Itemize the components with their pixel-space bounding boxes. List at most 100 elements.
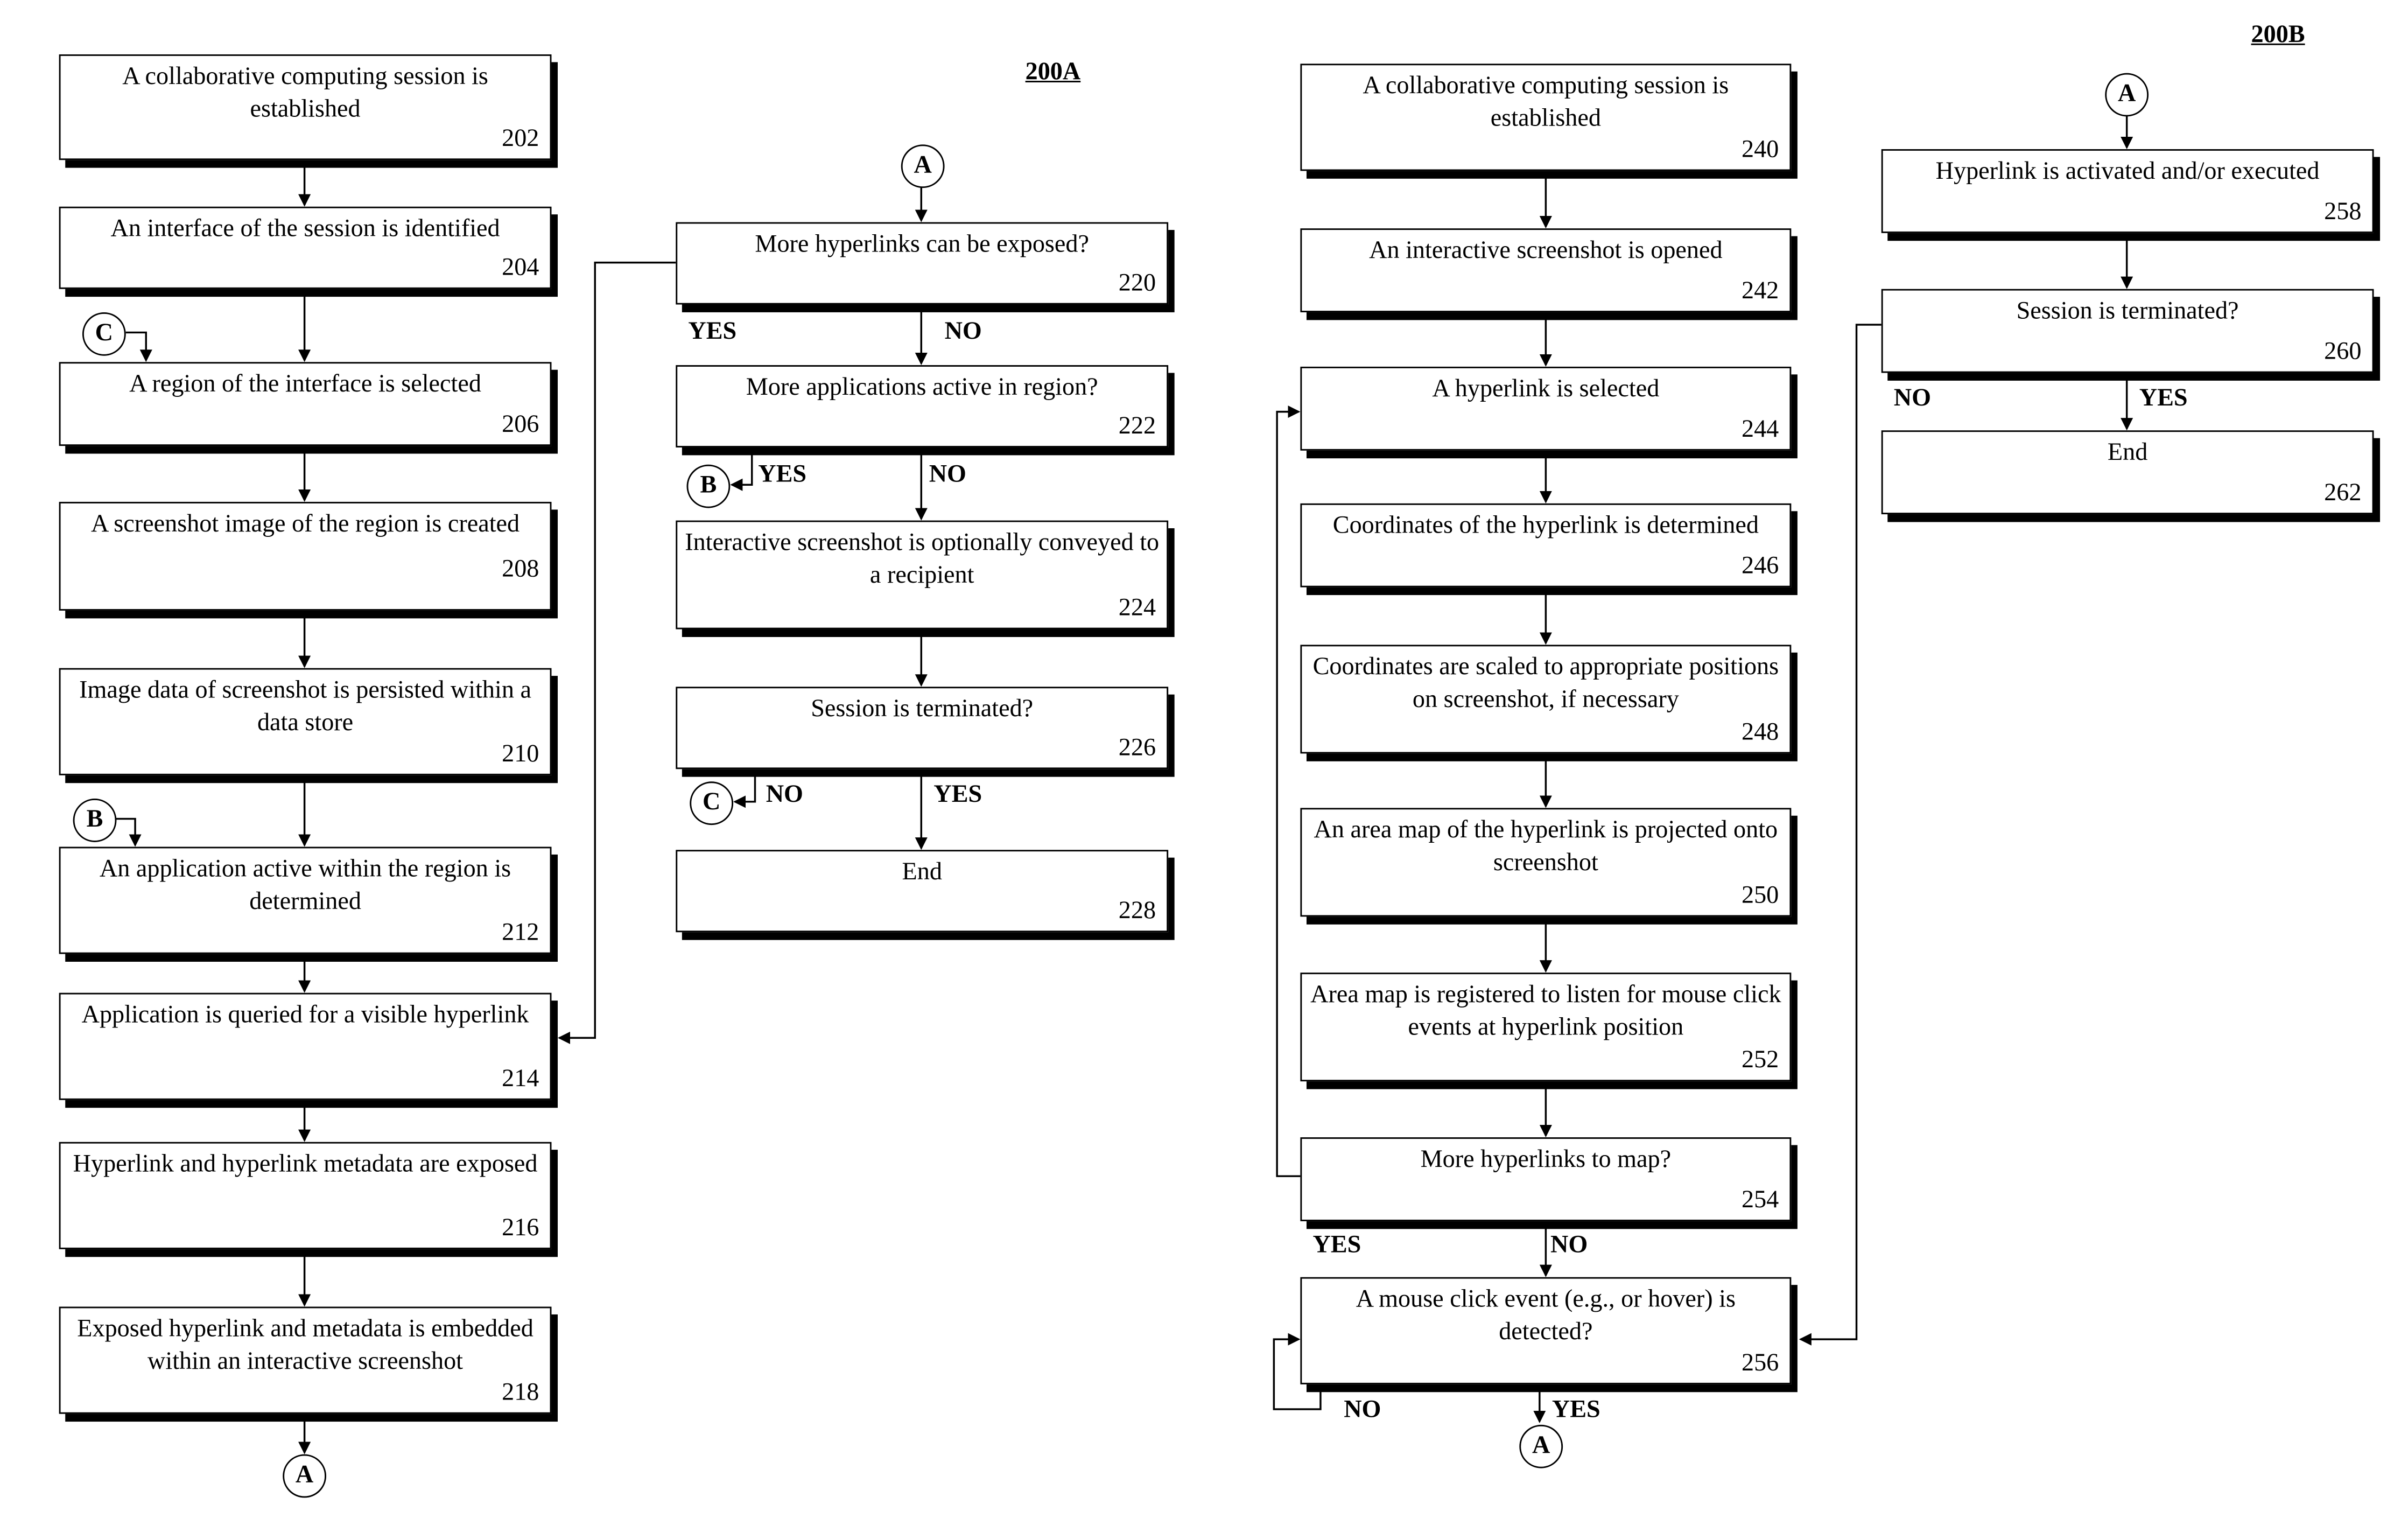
step-ref: 204 [502,255,539,282]
step-ref: 246 [1741,553,1779,580]
branch-label-254-yes: YES [1312,1232,1361,1259]
step-text: Interactive screenshot is optionally con… [685,529,1160,589]
figure-label-200b: 200B [2251,22,2305,48]
step-248: Coordinates are scaled to appropriate po… [1300,645,1792,754]
connector-c-out-226: C [690,781,734,826]
step-ref: 216 [502,1215,539,1242]
step-216: Hyperlink and hyperlink metadata are exp… [59,1142,552,1249]
step-text: End [2107,439,2148,466]
branch-label-226-no: NO [766,781,803,808]
step-ref: 242 [1741,278,1779,305]
step-ref: 260 [2324,338,2362,366]
step-ref: 244 [1741,416,1779,443]
step-text: An application active within the region … [99,856,511,915]
step-244: A hyperlink is selected 244 [1300,366,1792,451]
step-ref: 226 [1118,734,1156,761]
figure-label-200a: 200A [1025,59,1081,86]
step-text: More hyperlinks to map? [1420,1146,1672,1173]
branch-label-222-no: NO [929,461,966,488]
connector-a-in-258: A [2105,73,2149,117]
arrow-260-no-256 [1799,324,1882,1346]
step-text: A collaborative computing session is est… [122,64,488,123]
step-208: A screenshot image of the region is crea… [59,501,552,611]
step-262-end: End 262 [1881,430,2374,515]
step-text: End [902,859,942,886]
step-text: Coordinates are scaled to appropriate po… [1312,654,1779,713]
step-ref: 210 [502,741,539,768]
branch-label-226-yes: YES [933,781,982,808]
step-ref: 262 [2324,480,2362,507]
step-text: A hyperlink is selected [1432,376,1660,403]
arrow-222-b [730,453,753,491]
step-ref: 228 [1118,898,1156,925]
step-214: Application is queried for a visible hyp… [59,992,552,1100]
step-text: A region of the interface is selected [129,371,481,398]
step-ref: 254 [1741,1187,1779,1214]
step-text: Session is terminated? [2016,298,2239,325]
step-ref: 222 [1118,413,1156,440]
arrow-b-212 [115,817,142,847]
step-text: Application is queried for a visible hyp… [81,1002,529,1029]
step-ref: 206 [502,411,539,438]
step-250: An area map of the hyperlink is projecte… [1300,808,1792,917]
step-text: An area map of the hyperlink is projecte… [1314,817,1778,877]
step-ref: 258 [2324,199,2362,226]
step-224: Interactive screenshot is optionally con… [676,520,1169,629]
step-text: A collaborative computing session is est… [1363,73,1729,132]
step-text: Image data of screenshot is persisted wi… [79,677,531,737]
step-text: An interface of the session is identifie… [110,216,500,243]
step-240: A collaborative computing session is est… [1300,64,1792,171]
arrow-c-206 [125,331,152,362]
step-ref: 202 [502,125,539,152]
step-ref: 248 [1741,719,1779,746]
step-text: More hyperlinks can be exposed? [755,231,1089,258]
branch-label-222-yes: YES [758,461,807,488]
step-206: A region of the interface is selected 20… [59,362,552,446]
arrow-220-yes-214 [558,261,676,1044]
step-222-decision: More applications active in region? 222 [676,365,1169,447]
step-text: Hyperlink is activated and/or executed [1935,158,2320,185]
step-ref: 212 [502,920,539,947]
step-text: Area map is registered to listen for mou… [1310,982,1781,1041]
step-text: Session is terminated? [811,696,1034,723]
step-210: Image data of screenshot is persisted wi… [59,668,552,775]
connector-c-in: C [82,312,126,356]
branch-label-260-no: NO [1893,385,1932,412]
step-258: Hyperlink is activated and/or executed 2… [1881,149,2374,233]
step-ref: 224 [1118,595,1156,622]
step-260-decision: Session is terminated? 260 [1881,289,2374,373]
step-246: Coordinates of the hyperlink is determin… [1300,503,1792,587]
branch-label-256-no: NO [1344,1396,1381,1423]
step-text: Hyperlink and hyperlink metadata are exp… [73,1151,538,1178]
branch-label-256-yes: YES [1551,1396,1600,1423]
step-ref: 208 [502,556,539,583]
step-text: Coordinates of the hyperlink is determin… [1332,513,1759,540]
step-ref: 220 [1118,270,1156,297]
step-220-decision: More hyperlinks can be exposed? 220 [676,222,1169,305]
step-202: A collaborative computing session is est… [59,54,552,160]
arrow-254-yes-244 [1276,405,1301,1177]
step-ref: 214 [502,1066,539,1093]
connector-b-in: B [73,799,117,842]
branch-label-220-no: NO [944,318,982,345]
step-242: An interactive screenshot is opened 242 [1300,228,1792,312]
flowchart-canvas: 200A 200B A collaborative computing sess… [0,0,2408,1518]
step-ref: 218 [502,1380,539,1407]
connector-a-out-256: A [1519,1424,1563,1468]
step-text: An interactive screenshot is opened [1369,237,1723,264]
branch-label-260-yes: YES [2139,385,2188,412]
arrow-226-c [733,775,756,808]
connector-a-in-220: A [901,144,945,188]
step-text: Exposed hyperlink and metadata is embedd… [77,1316,533,1375]
step-ref: 250 [1741,882,1779,909]
step-204: An interface of the session is identifie… [59,206,552,289]
branch-label-220-yes: YES [688,318,737,345]
step-252: Area map is registered to listen for mou… [1300,973,1792,1082]
step-228-end: End 228 [676,850,1169,933]
connector-a-out-218: A [283,1454,327,1498]
step-254-decision: More hyperlinks to map? 254 [1300,1137,1792,1221]
step-text: More applications active in region? [746,374,1098,401]
step-ref: 256 [1741,1350,1779,1377]
step-256-decision: A mouse click event (e.g., or hover) is … [1300,1277,1792,1384]
branch-label-254-no: NO [1550,1232,1588,1259]
